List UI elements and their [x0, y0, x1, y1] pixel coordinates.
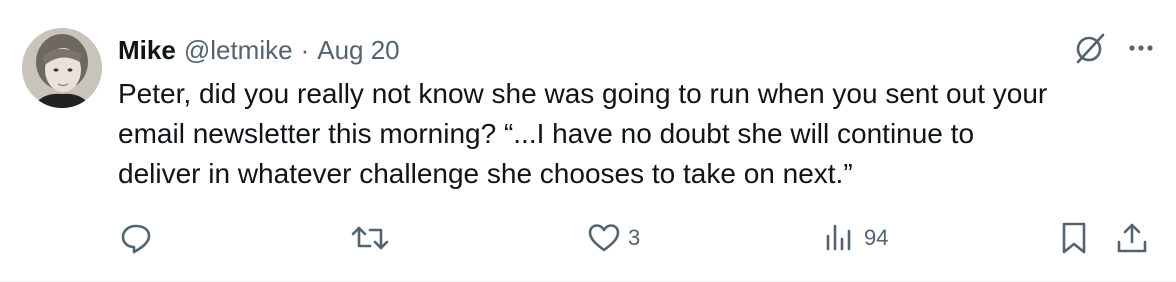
repost-icon	[350, 220, 390, 256]
tweet-card[interactable]: Mike @letmike · Aug 20 Peter, did you re…	[0, 0, 1176, 282]
bookmark-icon	[1058, 220, 1090, 256]
share-button[interactable]	[1114, 218, 1150, 258]
bookmark-button[interactable]	[1058, 218, 1090, 258]
repost-button[interactable]	[350, 218, 396, 258]
reply-icon	[118, 220, 154, 256]
tweet-text: Peter, did you really not know she was g…	[118, 78, 1048, 189]
more-icon[interactable]	[1126, 30, 1156, 66]
author-name[interactable]: Mike	[118, 35, 176, 66]
author-handle[interactable]: @letmike	[184, 35, 293, 66]
grok-icon[interactable]	[1072, 30, 1108, 66]
like-button[interactable]: 3	[586, 218, 640, 258]
views-icon	[822, 220, 858, 256]
tweet-actions: 3 94	[118, 218, 1158, 258]
tweet-top-icons	[1072, 30, 1156, 66]
like-count: 3	[628, 225, 641, 250]
views-count: 94	[864, 225, 889, 250]
reply-button[interactable]	[118, 218, 160, 258]
tweet-header: Mike @letmike · Aug 20	[118, 34, 400, 66]
heart-icon	[586, 220, 622, 256]
views-button[interactable]: 94	[822, 218, 888, 258]
share-icon	[1114, 220, 1150, 256]
post-date[interactable]: Aug 20	[317, 35, 399, 66]
avatar[interactable]	[22, 28, 102, 108]
separator-dot: ·	[300, 34, 310, 65]
